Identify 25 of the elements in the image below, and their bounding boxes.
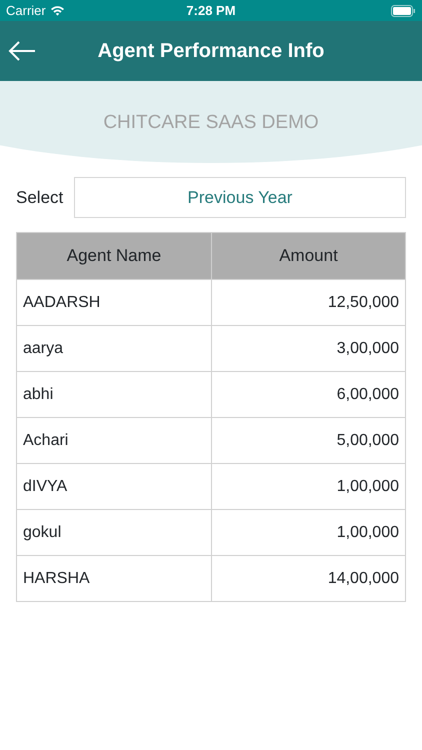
- table-cell: AADARSH: [17, 279, 211, 325]
- table-cell: Achari: [17, 417, 211, 463]
- table-cell: 1,00,000: [211, 463, 405, 509]
- select-label: Select: [16, 186, 64, 209]
- period-dropdown[interactable]: Previous Year: [74, 177, 406, 218]
- page-title: Agent Performance Info: [98, 40, 324, 62]
- table-cell: gokul: [17, 509, 211, 555]
- table-cell: abhi: [17, 371, 211, 417]
- table-cell: HARSHA: [17, 555, 211, 601]
- table-cell: 5,00,000: [211, 417, 405, 463]
- table-cell: 3,00,000: [211, 325, 405, 371]
- table-cell: 1,00,000: [211, 509, 405, 555]
- company-name: CHITCARE SAAS DEMO: [103, 112, 319, 133]
- battery-icon: [391, 5, 416, 18]
- column-header: Agent Name: [66, 245, 162, 268]
- table-cell: dIVYA: [17, 463, 211, 509]
- wifi-icon: [50, 5, 65, 16]
- status-time: 7:28 PM: [186, 2, 236, 18]
- column-header: Amount: [211, 233, 405, 279]
- carrier-text: Carrier: [6, 2, 46, 20]
- table-cell: 14,00,000: [211, 555, 405, 601]
- table-cell: aarya: [17, 325, 211, 371]
- table-cell: 6,00,000: [211, 371, 405, 417]
- back-button[interactable]: [8, 41, 36, 61]
- table-cell: 12,50,000: [211, 279, 405, 325]
